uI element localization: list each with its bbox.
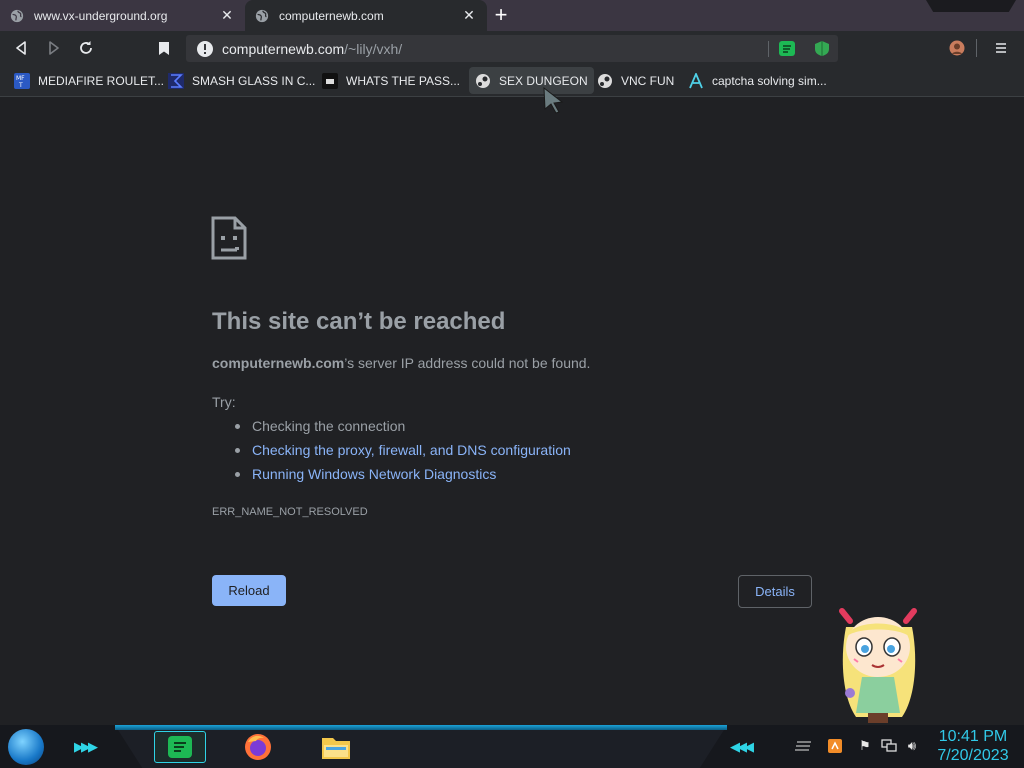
lambda-icon [689,72,703,88]
tab-strip: www.vx-underground.org ✕ computernewb.co… [0,0,1024,31]
mouse-cursor-icon [543,86,564,114]
back-arrow-icon [16,41,26,55]
taskbar-dock [118,730,724,768]
network-monitor-icon [881,739,897,752]
taskbar-app-firefox[interactable] [238,731,278,763]
tray-app-icon[interactable] [827,738,843,754]
bookmark-button[interactable] [153,37,175,59]
tab-title: www.vx-underground.org [34,8,168,23]
steam-icon [476,73,490,88]
address-bar[interactable]: computernewb.com/~lily/vxh/ [186,35,838,62]
error-host: computernewb.com [212,355,345,371]
taskbar: ▶▶▶ ◀◀◀ ⚑ 🔊︎ 10:41 PM 7/20/2023 [0,725,1024,768]
clock-time: 10:41 PM [938,728,1008,745]
globe-icon [255,9,269,22]
shield-extension-icon[interactable] [813,40,831,57]
chevron-decoration-icon: ▶▶▶ [74,739,98,754]
tab-computernewb[interactable]: computernewb.com ✕ [245,0,487,31]
cartoon-character-widget [839,608,917,723]
forward-button[interactable] [43,37,65,59]
tab-title: computernewb.com [279,8,384,23]
tray-expand-icon[interactable] [795,738,811,754]
taskbar-app-spotify[interactable] [154,731,206,763]
menu-button[interactable] [990,37,1012,59]
avatar-icon [949,40,965,56]
error-description: computernewb.com’s server IP address cou… [212,355,590,371]
taskbar-clock[interactable]: 10:41 PM 7/20/2023 [930,727,1016,765]
details-button[interactable]: Details [738,575,812,608]
bookmark-captcha[interactable]: captcha solving sim... [682,67,833,94]
reload-icon [80,41,92,54]
omnibox-divider [768,41,769,57]
browser-toolbar: computernewb.com/~lily/vxh/ [0,31,1024,65]
globe-icon [10,9,24,22]
bullet [235,448,240,453]
bookmark-sex-dungeon[interactable]: SEX DUNGEON [469,67,594,94]
error-title: This site can’t be reached [212,308,506,335]
toolbar-divider [976,39,977,57]
steam-icon [598,73,612,88]
taskbar-accent [115,725,727,730]
clock-date: 7/20/2023 [937,747,1009,764]
new-tab-button[interactable]: + [490,4,512,27]
info-icon [197,40,213,57]
back-button[interactable] [10,37,32,59]
bookmark-label: captcha solving sim... [712,73,827,88]
window-controls[interactable] [926,0,1016,12]
hamburger-icon [996,43,1006,53]
bookmark-vnc-fun[interactable]: VNC FUN [591,67,680,94]
error-description-text: ’s server IP address could not be found. [344,355,591,371]
action-center-flag-icon[interactable]: ⚑ [857,738,873,754]
chevron-decoration-icon: ◀◀◀ [730,739,754,754]
url-host: computernewb.com [222,40,345,57]
start-orb-button[interactable] [8,729,44,765]
bookmarks-bar: MF T MEDIAFIRE ROULET... SMASH GLASS IN C… [0,65,1024,97]
profile-avatar[interactable] [946,37,968,59]
bookmark-label: MEDIAFIRE ROULET... [38,73,165,88]
error-page: This site can’t be reached computernewb.… [0,97,1024,725]
bookmark-icon [159,41,169,55]
stripes-icon [795,741,811,751]
tab-close-icon[interactable]: ✕ [461,7,477,24]
error-code: ERR_NAME_NOT_RESOLVED [212,506,368,518]
bookmark-whats-the-pass[interactable]: WHATS THE PASS... [316,67,466,94]
file-explorer-icon [322,738,350,759]
firefox-icon [245,734,271,760]
svg-text:T: T [18,82,23,89]
url-path: /~lily/vxh/ [344,40,403,57]
taskbar-app-file-explorer[interactable] [316,731,356,763]
bookmark-label: VNC FUN [621,73,675,88]
reload-button[interactable] [75,37,97,59]
bullet [235,472,240,477]
forward-arrow-icon [49,41,59,55]
sigma-icon [168,72,184,89]
tab-close-icon[interactable]: ✕ [219,7,235,24]
network-icon[interactable] [881,738,897,754]
svg-text:MF: MF [16,75,25,82]
spotify-extension-icon[interactable] [778,40,796,57]
volume-icon[interactable]: 🔊︎ [904,738,920,754]
tab-vx-underground[interactable]: www.vx-underground.org ✕ [0,0,245,31]
mediafire-icon: MFT [14,72,30,89]
suggestion-diagnostics-link[interactable]: Running Windows Network Diagnostics [252,466,496,482]
bookmark-smash-glass[interactable]: SMASH GLASS IN C... [162,67,321,94]
bullet [235,424,240,429]
bookmark-mediafire[interactable]: MF T MEDIAFIRE ROULET... [8,67,170,94]
bookmark-label: SMASH GLASS IN C... [192,73,316,88]
bookmark-label: WHATS THE PASS... [346,73,461,88]
dark-square-icon [322,72,338,89]
suggestion-proxy-link[interactable]: Checking the proxy, firewall, and DNS co… [252,442,571,458]
try-label: Try: [212,394,236,410]
url-text: computernewb.com/~lily/vxh/ [222,41,402,57]
sad-page-icon [211,216,247,260]
suggestion-check-connection: Checking the connection [252,418,406,434]
orange-app-icon [828,739,842,753]
reload-page-button[interactable]: Reload [212,575,286,606]
spotify-icon [168,736,192,758]
